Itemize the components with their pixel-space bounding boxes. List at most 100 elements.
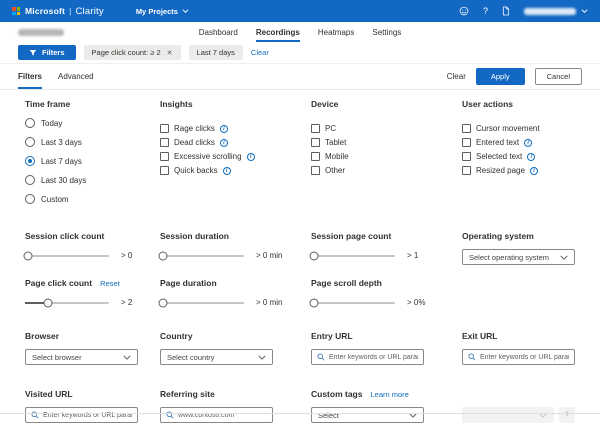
checkbox-label: PC xyxy=(325,124,337,133)
radio-last-7-days[interactable]: Last 7 days xyxy=(25,156,160,166)
checkbox-entered-text[interactable]: Entered text i xyxy=(462,138,575,147)
session-duration-value: > 0 min xyxy=(256,251,283,260)
checkbox-cursor-movement[interactable]: Cursor movement xyxy=(462,124,575,133)
slider-thumb[interactable] xyxy=(158,251,168,260)
entry-url-input-box xyxy=(311,349,424,365)
tab-settings[interactable]: Settings xyxy=(372,22,401,42)
page-click-count-filter: Page click count Reset > 2 xyxy=(25,278,160,307)
operating-system-filter: Operating system Select operating system xyxy=(462,231,575,265)
tab-filters[interactable]: Filters xyxy=(18,64,43,89)
tab-dashboard[interactable]: Dashboard xyxy=(199,22,238,42)
session-duration-slider[interactable] xyxy=(158,251,244,260)
page-click-count-value: > 2 xyxy=(121,298,133,307)
close-icon[interactable]: ✕ xyxy=(167,49,173,57)
country-select[interactable]: Select country xyxy=(160,349,273,365)
info-icon[interactable]: i xyxy=(246,152,255,161)
checkbox-other[interactable]: Other xyxy=(311,166,462,175)
visited-url-input-box xyxy=(25,407,138,423)
checkbox-dead-clicks[interactable]: Dead clicks i xyxy=(160,138,311,147)
checkbox-tablet[interactable]: Tablet xyxy=(311,138,462,147)
clear-button[interactable]: Clear xyxy=(447,72,466,81)
entry-url-input[interactable] xyxy=(329,353,418,361)
custom-tags-value-select-disabled xyxy=(462,407,554,423)
slider-thumb[interactable] xyxy=(309,251,319,260)
checkbox-label: Quick backs xyxy=(174,166,218,175)
page-scroll-depth-slider[interactable] xyxy=(309,298,395,307)
my-projects-menu[interactable]: My Projects xyxy=(136,7,189,16)
device-label: Device xyxy=(311,99,339,109)
radio-today[interactable]: Today xyxy=(25,118,160,128)
visited-url-label: Visited URL xyxy=(25,389,73,399)
tab-recordings[interactable]: Recordings xyxy=(255,22,300,42)
checkbox-excessive-scrolling[interactable]: Excessive scrolling i xyxy=(160,152,311,161)
checkbox-mobile[interactable]: Mobile xyxy=(311,152,462,161)
slider-thumb[interactable] xyxy=(158,298,168,307)
checkbox-selected-text[interactable]: Selected text i xyxy=(462,152,575,161)
operating-system-select[interactable]: Select operating system xyxy=(462,249,575,265)
tab-heatmaps[interactable]: Heatmaps xyxy=(318,22,354,42)
custom-tags-select[interactable]: Select xyxy=(311,407,424,423)
info-icon[interactable]: i xyxy=(219,138,228,147)
radio-icon xyxy=(25,137,35,147)
checkbox-pc[interactable]: PC xyxy=(311,124,462,133)
radio-icon xyxy=(25,118,35,128)
slider-thumb[interactable] xyxy=(309,298,319,307)
checkbox-label: Excessive scrolling xyxy=(174,152,242,161)
radio-label: Today xyxy=(41,118,63,128)
slider-thumb[interactable] xyxy=(43,298,53,307)
page-scroll-depth-value: > 0% xyxy=(407,298,426,307)
page-click-count-label: Page click count xyxy=(25,278,93,288)
info-icon[interactable]: i xyxy=(529,166,538,175)
filter-chip-last-7-days[interactable]: Last 7 days xyxy=(188,45,243,60)
exit-url-label: Exit URL xyxy=(462,331,498,341)
info-icon[interactable]: i xyxy=(222,166,231,175)
tab-advanced[interactable]: Advanced xyxy=(58,64,94,89)
filters-button[interactable]: Filters xyxy=(18,45,76,60)
session-page-count-slider[interactable] xyxy=(309,251,395,260)
user-account-menu[interactable] xyxy=(524,7,588,15)
custom-tags-value-group: + xyxy=(462,389,575,423)
radio-last-30-days[interactable]: Last 30 days xyxy=(25,175,160,185)
session-click-count-filter: Session click count > 0 xyxy=(23,231,160,265)
insights-label: Insights xyxy=(160,99,193,109)
page-duration-slider[interactable] xyxy=(158,298,244,307)
checkbox-label: Resized page xyxy=(476,166,525,175)
redacted-user-name xyxy=(524,7,576,15)
filter-funnel-icon xyxy=(29,49,37,55)
checkbox-icon xyxy=(160,138,169,147)
docs-icon[interactable] xyxy=(502,6,510,16)
radio-last-3-days[interactable]: Last 3 days xyxy=(25,137,160,147)
page-click-count-slider[interactable] xyxy=(25,298,109,307)
apply-button[interactable]: Apply xyxy=(475,68,525,85)
help-icon[interactable]: ? xyxy=(483,6,488,16)
device-section: Device PC Tablet Mobile Other xyxy=(311,99,462,213)
learn-more-link[interactable]: Learn more xyxy=(370,390,408,399)
checkbox-icon xyxy=(311,138,320,147)
slider-thumb[interactable] xyxy=(23,251,33,260)
info-icon[interactable]: i xyxy=(527,152,536,161)
custom-tags-label: Custom tags xyxy=(311,389,363,399)
cancel-button[interactable]: Cancel xyxy=(534,68,582,85)
redacted-project-name xyxy=(18,28,64,36)
clear-filters-link[interactable]: Clear xyxy=(251,48,269,57)
checkbox-label: Selected text xyxy=(476,152,523,161)
add-tag-button-disabled: + xyxy=(559,407,575,423)
entry-url-label: Entry URL xyxy=(311,331,353,341)
checkbox-icon xyxy=(160,152,169,161)
checkbox-quick-backs[interactable]: Quick backs i xyxy=(160,166,311,175)
info-icon[interactable]: i xyxy=(219,124,228,133)
exit-url-input[interactable] xyxy=(480,353,569,361)
session-click-count-slider[interactable] xyxy=(23,251,109,260)
reset-link[interactable]: Reset xyxy=(100,279,120,288)
entry-url-filter: Entry URL xyxy=(311,331,462,365)
brand-divider: | xyxy=(69,5,72,16)
checkbox-icon xyxy=(462,138,471,147)
checkbox-resized-page[interactable]: Resized page i xyxy=(462,166,575,175)
radio-custom[interactable]: Custom xyxy=(25,194,160,204)
filter-chip-page-click-count[interactable]: Page click count: ≥ 2 ✕ xyxy=(83,45,181,60)
feedback-smiley-icon[interactable] xyxy=(459,6,469,16)
checkbox-rage-clicks[interactable]: Rage clicks i xyxy=(160,124,311,133)
time-frame-label: Time frame xyxy=(25,99,71,109)
browser-select[interactable]: Select browser xyxy=(25,349,138,365)
info-icon[interactable]: i xyxy=(524,138,533,147)
